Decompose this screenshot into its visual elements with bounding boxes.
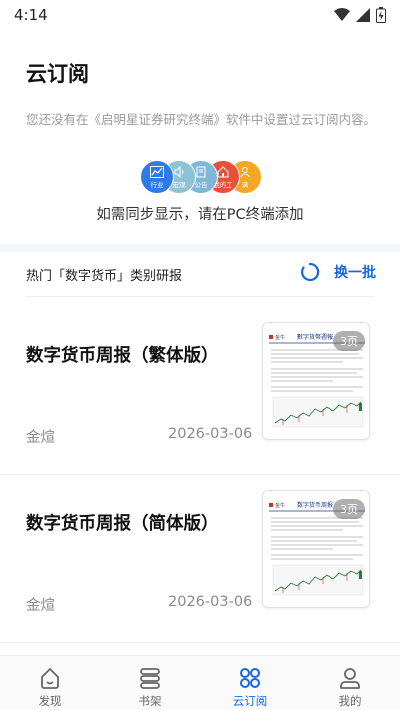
report-author: 金煊 [26, 598, 55, 614]
battery-icon [376, 7, 386, 23]
report-title: 数字货币周报（繁体版） [26, 346, 219, 366]
report-thumbnail: 金牛 數字貨幣週報 3页 [262, 322, 370, 440]
wifi-icon [334, 8, 350, 21]
status-icons [334, 7, 386, 23]
thumb-logo: 金牛 [275, 502, 285, 509]
bookshelf-icon [137, 665, 163, 691]
cluster-label-2: 宏观 [172, 180, 186, 189]
nav-discover-label: 发现 [38, 694, 62, 708]
signal-icon [356, 8, 370, 22]
status-bar: 4:14 [0, 0, 400, 30]
bottom-nav: 发现 书架 云订阅 我的 [0, 655, 400, 710]
report-author: 金煊 [26, 430, 55, 446]
nav-profile-label: 我的 [338, 694, 362, 708]
header-underline [26, 296, 374, 297]
category-icon-cluster: 行业 宏观 公告 我的工 满 [140, 160, 262, 194]
refresh-icon [301, 262, 320, 282]
thumb-heading: 数字货币周报 [297, 501, 333, 509]
nav-discover[interactable]: 发现 [0, 656, 100, 710]
page-count-badge: 3页 [333, 331, 365, 351]
hot-category-label: 热门「数字货币」类别研报 [26, 269, 183, 284]
refresh-batch-button[interactable]: 换一批 [300, 262, 376, 282]
nav-bookshelf-label: 书架 [138, 694, 162, 708]
thumb-logo: 金牛 [275, 334, 285, 341]
grid-icon [237, 665, 263, 691]
cluster-label-5: 满 [241, 180, 249, 189]
report-card[interactable]: 数字货币周报（繁体版） 金煊 2026-03-06 金牛 數字貨幣週報 3页 [0, 322, 400, 472]
nav-profile[interactable]: 我的 [300, 656, 400, 710]
card-separator [0, 642, 400, 643]
subscription-notice: 您还没有在《启明星证券研究终端》软件中设置过云订阅内容。 [26, 112, 377, 127]
chart-icon: 行业 [140, 160, 174, 194]
nav-cloud-subscribe-label: 云订阅 [232, 694, 268, 708]
cluster-label-1: 行业 [150, 180, 164, 189]
thumb-heading: 數字貨幣週報 [297, 333, 333, 341]
sync-hint-text: 如需同步显示，请在PC终端添加 [96, 207, 304, 223]
report-date: 2026-03-06 [168, 426, 253, 442]
refresh-batch-label: 换一批 [334, 265, 376, 281]
cluster-label-3: 公告 [194, 180, 208, 189]
page-count-badge: 3页 [333, 499, 365, 519]
card-separator [0, 474, 400, 475]
discover-icon [37, 665, 63, 691]
report-title: 数字货币周报（简体版） [26, 514, 219, 534]
profile-icon [337, 665, 363, 691]
section-divider [0, 244, 400, 252]
page-title: 云订阅 [26, 62, 89, 86]
report-date: 2026-03-06 [168, 594, 253, 610]
status-time: 4:14 [14, 6, 48, 24]
nav-bookshelf[interactable]: 书架 [100, 656, 200, 710]
report-thumbnail: 金牛 数字货币周报 3页 [262, 490, 370, 608]
report-card[interactable]: 数字货币周报（简体版） 金煊 2026-03-06 金牛 数字货币周报 3页 [0, 490, 400, 640]
nav-cloud-subscribe[interactable]: 云订阅 [200, 656, 300, 710]
